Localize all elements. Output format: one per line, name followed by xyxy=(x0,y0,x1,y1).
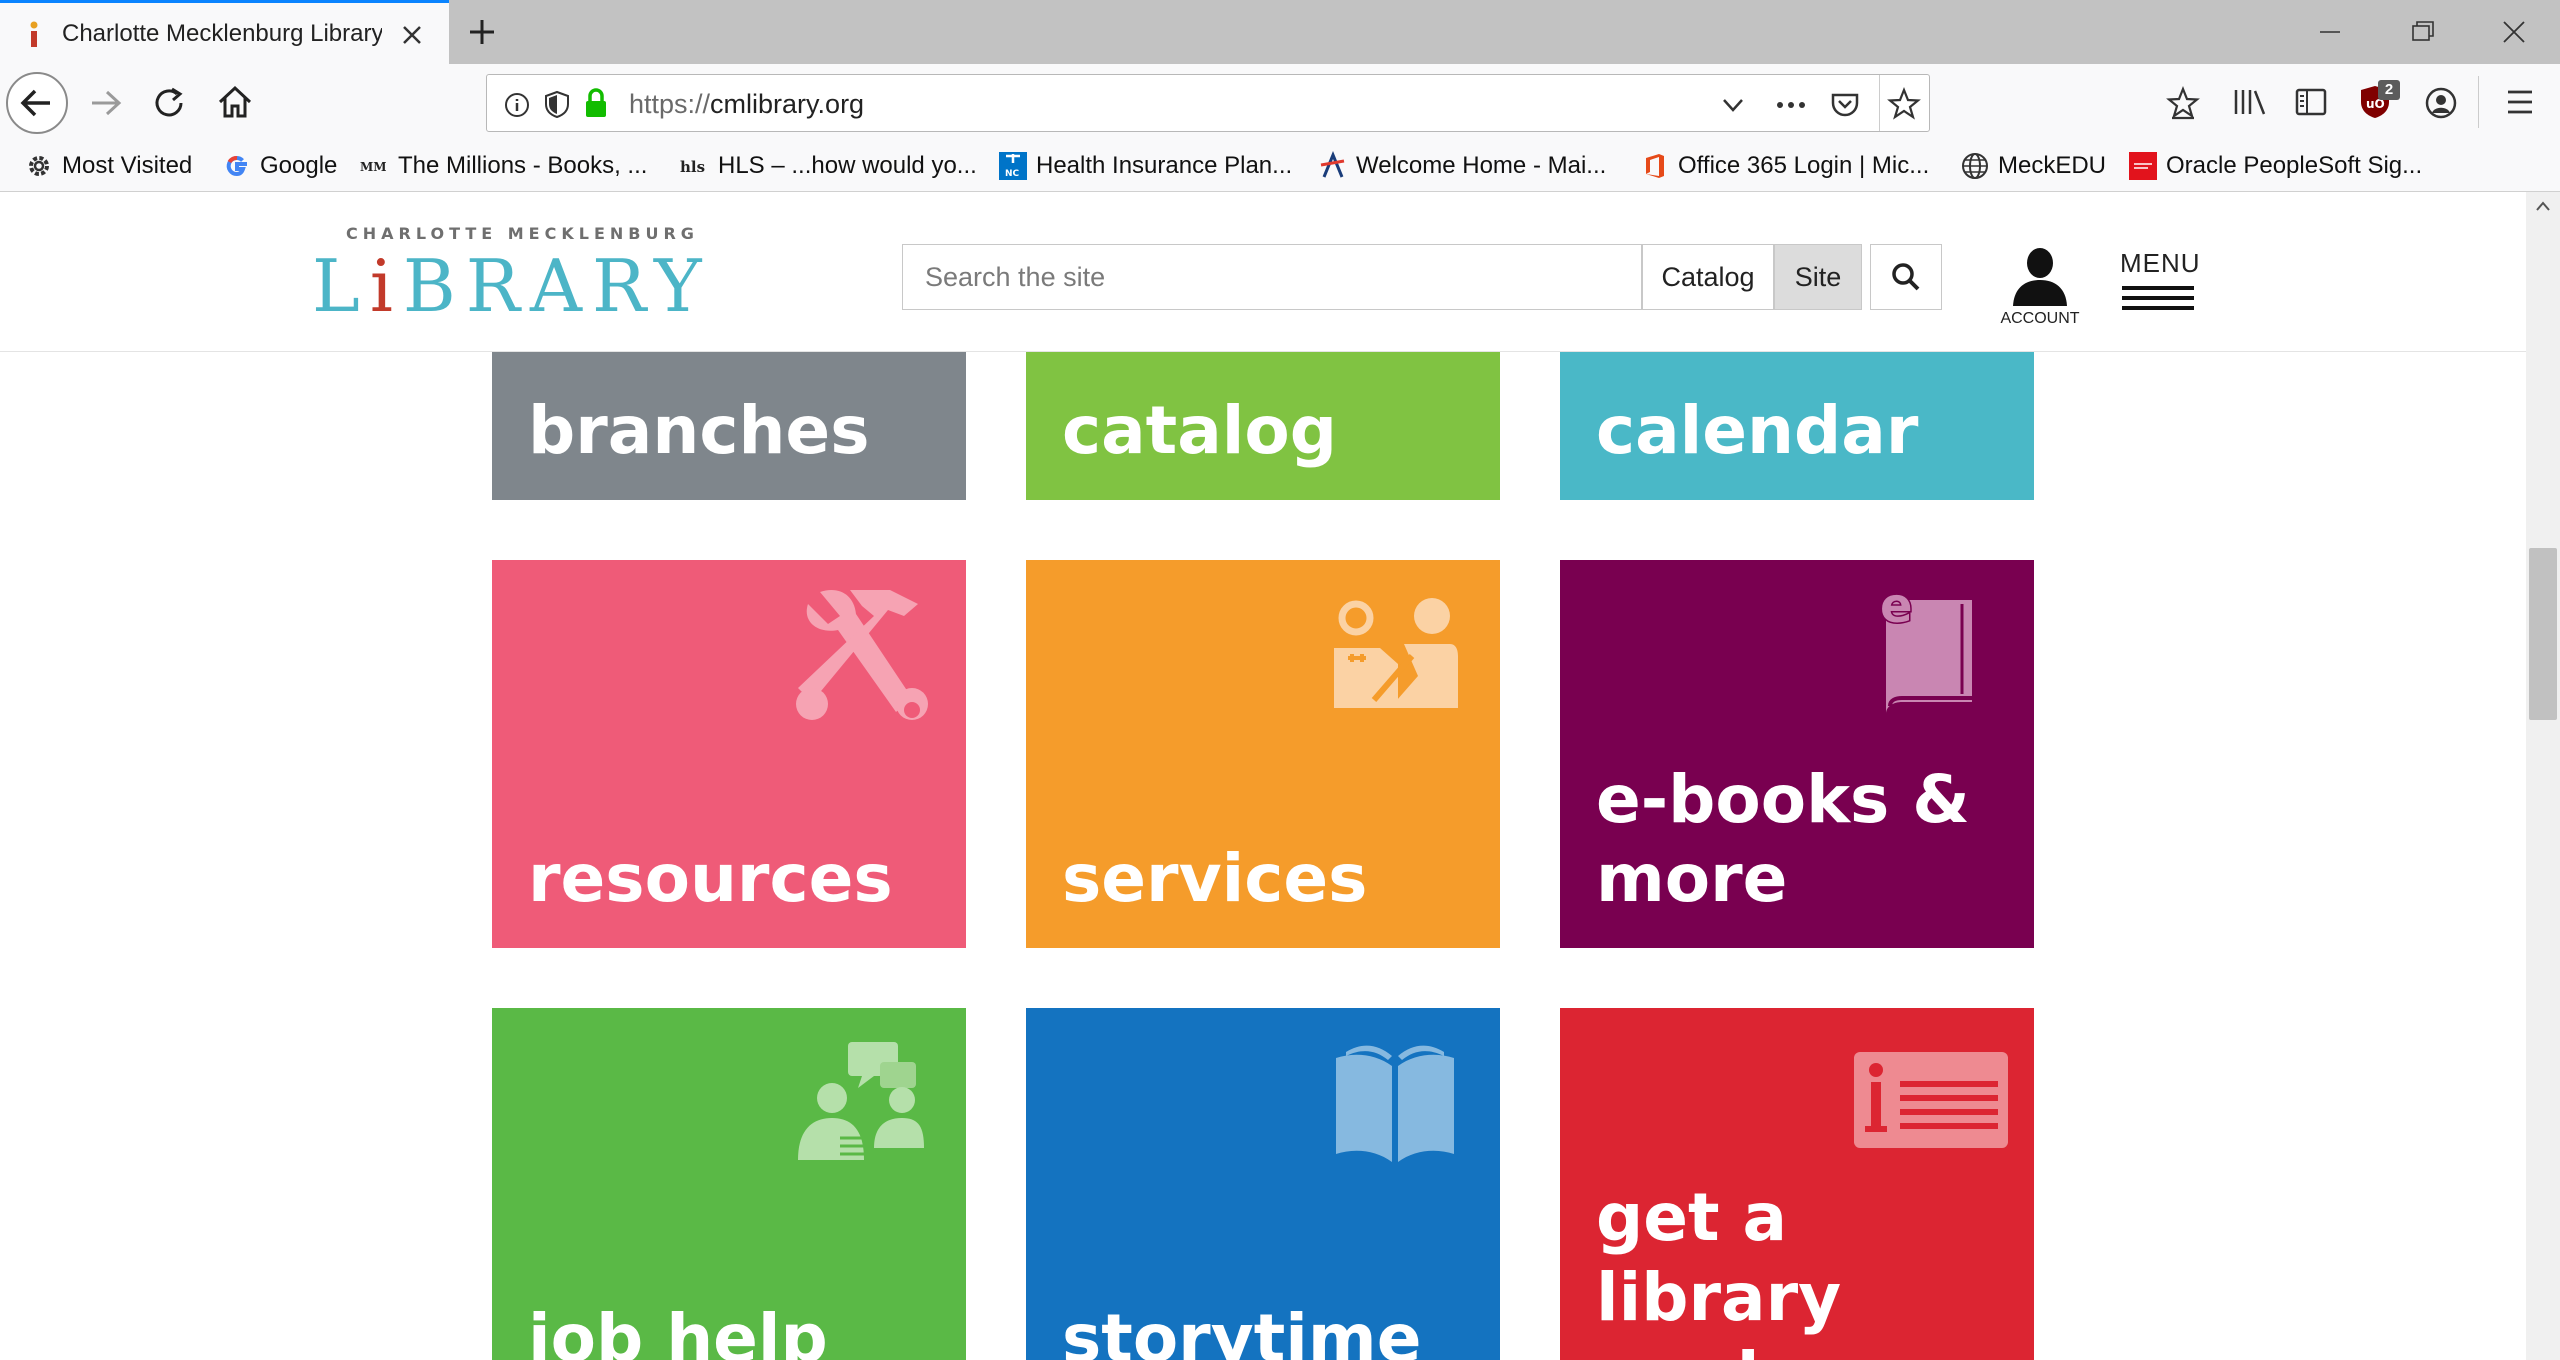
tile-branches[interactable]: branches xyxy=(492,352,966,500)
search-icon xyxy=(1892,263,1920,291)
menu-bar-icon xyxy=(2122,286,2194,290)
url-text[interactable]: https://cmlibrary.org xyxy=(629,89,864,120)
tile-e-books[interactable]: e e-books & more xyxy=(1560,560,2034,948)
navigation-toolbar: https://cmlibrary.org uO 2 xyxy=(0,64,2560,140)
page-scrollbar[interactable] xyxy=(2526,192,2560,1360)
tile-resources[interactable]: resources xyxy=(492,560,966,948)
forward-arrow-icon[interactable] xyxy=(86,84,126,122)
open-book-icon xyxy=(1336,1045,1454,1162)
close-window-icon[interactable] xyxy=(2494,14,2534,50)
scrollbar-thumb[interactable] xyxy=(2529,548,2557,720)
hamburger-menu-icon[interactable] xyxy=(2504,88,2536,116)
office-icon xyxy=(1646,154,1664,178)
bookmark-most-visited[interactable]: Most Visited xyxy=(24,150,192,182)
tile-label: services xyxy=(1062,839,1368,917)
lock-icon[interactable] xyxy=(583,87,609,119)
site-scope-button[interactable]: Site xyxy=(1774,244,1862,310)
restore-icon[interactable] xyxy=(2402,14,2442,50)
tile-label: get a library card xyxy=(1596,1179,1842,1360)
back-arrow-icon xyxy=(20,89,50,117)
bookmark-google[interactable]: Google xyxy=(222,150,337,182)
menu-bar-icon xyxy=(2122,306,2194,310)
scroll-up-arrow-icon[interactable] xyxy=(2535,200,2551,212)
account-label: ACCOUNT xyxy=(2000,310,2080,327)
bookmark-office-365[interactable]: Office 365 Login | Mic... xyxy=(1640,150,1929,182)
profile-icon[interactable] xyxy=(2424,86,2458,120)
tile-library-card[interactable]: get a library card xyxy=(1560,1008,2034,1360)
tools-icon xyxy=(796,590,928,720)
tile-services[interactable]: services xyxy=(1026,560,1500,948)
info-icon[interactable] xyxy=(503,91,531,119)
browser-tab[interactable]: Charlotte Mecklenburg Library xyxy=(0,0,449,64)
tile-label: calendar xyxy=(1596,391,1919,469)
tile-catalog[interactable]: catalog xyxy=(1026,352,1500,500)
ublock-extension[interactable]: uO 2 xyxy=(2358,80,2400,124)
svg-text:e: e xyxy=(1880,584,1913,634)
tile-label: e-books & more xyxy=(1596,760,1970,917)
svg-text:NC: NC xyxy=(1005,169,1020,179)
svg-text:MM: MM xyxy=(360,160,387,174)
address-bar[interactable]: https://cmlibrary.org xyxy=(486,74,1930,132)
gear-icon xyxy=(29,156,49,176)
new-tab-icon[interactable] xyxy=(462,14,502,50)
menu-label: MENU xyxy=(2120,248,2201,278)
library-favicon-icon xyxy=(30,21,38,47)
bookmarks-toolbar: Most Visited Google MM The Millions - Bo… xyxy=(0,140,2560,192)
minimize-icon[interactable] xyxy=(2310,14,2350,50)
svg-text:hls: hls xyxy=(680,158,705,176)
bookmark-the-millions[interactable]: MM The Millions - Books, ... xyxy=(360,150,647,182)
search-submit-button[interactable] xyxy=(1870,244,1942,310)
ebook-icon: e xyxy=(1880,584,1972,714)
bookmark-star-icon[interactable] xyxy=(1887,87,1921,121)
tile-label: branches xyxy=(528,391,870,469)
bookmark-hls[interactable]: hls HLS – ...how would yo... xyxy=(680,150,977,182)
tile-label: resources xyxy=(528,839,893,917)
close-tab-icon[interactable] xyxy=(396,19,428,51)
tile-job-help[interactable]: job help xyxy=(492,1008,966,1360)
account-icon xyxy=(2013,248,2067,306)
google-icon xyxy=(226,156,247,176)
home-icon[interactable] xyxy=(214,82,256,122)
site-header: CHARLOTTE MECKLENBURG LiBRARY Catalog Si… xyxy=(0,192,2526,352)
hls-icon: hls xyxy=(680,158,705,176)
page-actions-icon[interactable] xyxy=(1773,93,1809,117)
tile-calendar[interactable]: calendar xyxy=(1560,352,2034,500)
oracle-icon xyxy=(2129,152,2157,180)
dropdown-chevron-icon[interactable] xyxy=(1719,93,1747,117)
library-icon[interactable] xyxy=(2232,86,2268,118)
url-divider xyxy=(1879,75,1880,131)
search-input[interactable] xyxy=(903,245,1641,309)
chat-people-icon xyxy=(798,1042,924,1160)
bookmark-welcome-home[interactable]: Welcome Home - Mai... xyxy=(1318,150,1606,182)
pocket-icon[interactable] xyxy=(1829,89,1861,119)
globe-icon xyxy=(1962,153,1988,179)
bookmark-health-insurance[interactable]: NC Health Insurance Plan... xyxy=(998,150,1292,182)
bookmark-oracle-peoplesoft[interactable]: Oracle PeopleSoft Sig... xyxy=(2128,150,2422,182)
toolbar-divider xyxy=(2478,76,2479,128)
tab-bar: Charlotte Mecklenburg Library xyxy=(0,0,2560,64)
bookmark-meckedu[interactable]: MeckEDU xyxy=(1960,150,2106,182)
back-button[interactable] xyxy=(6,72,68,134)
millions-icon: MM xyxy=(360,160,387,174)
tab-title: Charlotte Mecklenburg Library xyxy=(62,20,382,47)
kite-icon xyxy=(1320,151,1345,178)
tracking-shield-icon[interactable] xyxy=(543,89,571,119)
sidebar-icon[interactable] xyxy=(2294,86,2328,118)
bcbs-icon: NC xyxy=(999,152,1027,180)
tile-storytime[interactable]: storytime xyxy=(1026,1008,1500,1360)
bookmarks-star-icon[interactable] xyxy=(2166,86,2200,120)
extension-badge: 2 xyxy=(2378,80,2400,100)
menu-bar-icon xyxy=(2122,296,2194,300)
page-viewport: CHARLOTTE MECKLENBURG LiBRARY Catalog Si… xyxy=(0,192,2526,1360)
logo-wordmark: LiBRARY xyxy=(312,244,712,328)
tile-label: job help xyxy=(528,1299,828,1360)
library-card-icon xyxy=(1854,1052,2008,1148)
logo-subtitle: CHARLOTTE MECKLENBURG xyxy=(346,224,699,243)
catalog-scope-button[interactable]: Catalog xyxy=(1642,244,1774,310)
site-search-field[interactable] xyxy=(902,244,1642,310)
reload-icon[interactable] xyxy=(150,84,190,122)
people-desk-icon xyxy=(1334,598,1458,708)
tile-label: storytime xyxy=(1062,1299,1422,1360)
tile-label: catalog xyxy=(1062,391,1337,469)
